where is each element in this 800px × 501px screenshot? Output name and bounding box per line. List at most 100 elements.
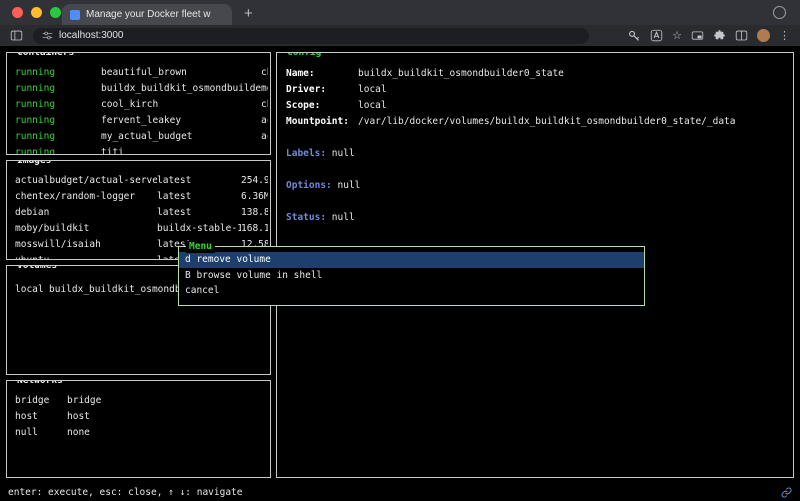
config-field: Mountpoint:/var/lib/docker/volumes/build… xyxy=(277,114,793,130)
container-row[interactable]: runningcool_kirchch xyxy=(7,97,270,113)
config-key: Scope: xyxy=(286,98,358,114)
container-state: running xyxy=(15,81,101,97)
menu-list: d remove volumeB browse volume in shellc… xyxy=(179,252,644,299)
network-row[interactable]: hosthost xyxy=(7,409,270,425)
networks-panel-title: Networks xyxy=(14,380,66,387)
config-extras: Labels: nullOptions: nullStatus: null xyxy=(277,146,793,226)
menu-item[interactable]: B browse volume in shell xyxy=(179,268,644,284)
image-name: chentex/random-logger xyxy=(15,189,157,205)
container-name: beautiful_brown xyxy=(101,65,261,81)
menu-item[interactable]: cancel xyxy=(179,283,644,299)
container-image: ch xyxy=(261,65,268,81)
image-name: moby/buildkit xyxy=(15,221,157,237)
container-state: running xyxy=(15,65,101,81)
images-panel-title: Images xyxy=(14,160,54,167)
password-manager-icon[interactable] xyxy=(628,29,641,42)
keybinding-help-text: enter: execute, esc: close, ↑ ↓: navigat… xyxy=(8,487,243,498)
image-tag: latest xyxy=(157,205,241,221)
image-name: ubuntu xyxy=(15,253,157,260)
container-state: running xyxy=(15,145,101,155)
container-image: ac xyxy=(261,129,268,145)
sidebar-toggle-icon[interactable] xyxy=(10,29,23,42)
image-row[interactable]: actualbudget/actual-serverlatest254.98 xyxy=(7,173,270,189)
split-view-icon[interactable] xyxy=(735,29,748,42)
image-name: actualbudget/actual-server xyxy=(15,173,157,189)
new-tab-button[interactable]: + xyxy=(244,7,253,21)
container-row[interactable]: runningtiti xyxy=(7,145,270,155)
network-name: host xyxy=(15,409,67,425)
config-value: local xyxy=(358,98,784,114)
image-row[interactable]: moby/buildkitbuildx-stable-1168.13 xyxy=(7,221,270,237)
container-state: running xyxy=(15,113,101,129)
config-key: Options: xyxy=(286,180,332,191)
picture-in-picture-icon[interactable] xyxy=(691,29,704,42)
config-field: Status: null xyxy=(277,210,793,226)
menu-popup: Menu d remove volumeB browse volume in s… xyxy=(178,246,645,306)
container-name: cool_kirch xyxy=(101,97,261,113)
config-field: Driver:local xyxy=(277,82,793,98)
network-name: bridge xyxy=(15,393,67,409)
network-row[interactable]: bridgebridge xyxy=(7,393,270,409)
tab-favicon-icon xyxy=(70,10,80,20)
network-name: null xyxy=(15,425,67,441)
volume-driver: local xyxy=(15,282,49,298)
image-tag: latest xyxy=(157,173,241,189)
image-row[interactable]: chentex/random-loggerlatest6.36MB xyxy=(7,189,270,205)
image-size: 138.84 xyxy=(241,205,268,221)
container-image: ch xyxy=(261,97,268,113)
status-bar: enter: execute, esc: close, ↑ ↓: navigat… xyxy=(0,483,800,501)
url-field[interactable]: localhost:3000 xyxy=(33,28,589,44)
containers-panel: Containers runningbeautiful_brownchrunni… xyxy=(6,52,271,155)
container-row[interactable]: runningbuildx_buildkit_osmondbuilder0mo xyxy=(7,81,270,97)
site-settings-icon[interactable] xyxy=(42,30,53,41)
toolbar-icons: ☆ ⋮ xyxy=(628,29,790,42)
browser-menu-icon[interactable]: ⋮ xyxy=(779,29,790,42)
config-key: Mountpoint: xyxy=(286,114,358,130)
window-controls xyxy=(12,7,61,18)
container-row[interactable]: runningmy_actual_budgetac xyxy=(7,129,270,145)
container-name: buildx_buildkit_osmondbuilder0 xyxy=(101,81,261,97)
menu-item[interactable]: d remove volume xyxy=(179,252,644,268)
volumes-panel-title: Volumes xyxy=(14,265,60,272)
config-field: Labels: null xyxy=(277,146,793,162)
container-name: my_actual_budget xyxy=(101,129,261,145)
config-field: Name:buildx_buildkit_osmondbuilder0_stat… xyxy=(277,66,793,82)
address-bar: localhost:3000 ☆ ⋮ xyxy=(0,25,800,46)
image-size: 168.13 xyxy=(241,221,268,237)
container-state: running xyxy=(15,129,101,145)
config-field: Scope:local xyxy=(277,98,793,114)
config-value: null xyxy=(338,180,361,191)
container-row[interactable]: runningbeautiful_brownch xyxy=(7,65,270,81)
config-key: Status: xyxy=(286,212,326,223)
profile-avatar[interactable] xyxy=(757,29,770,42)
extensions-puzzle-icon[interactable] xyxy=(713,29,726,42)
config-key: Labels: xyxy=(286,148,326,159)
close-window-button[interactable] xyxy=(12,7,23,18)
image-row[interactable]: debianlatest138.84 xyxy=(7,205,270,221)
browser-chrome: Manage your Docker fleet w + localhost:3… xyxy=(0,0,800,46)
config-value: null xyxy=(332,212,355,223)
image-name: mosswill/isaiah xyxy=(15,237,157,253)
container-name: fervent_leakey xyxy=(101,113,261,129)
config-key: Name: xyxy=(286,66,358,82)
networks-list: bridgebridgehosthostnullnone xyxy=(7,393,270,441)
config-panel-title: Config xyxy=(284,52,324,59)
containers-panel-title: Containers xyxy=(14,52,77,59)
bookmark-star-icon[interactable]: ☆ xyxy=(672,29,682,42)
websocket-link-icon[interactable] xyxy=(781,487,792,498)
zoom-window-button[interactable] xyxy=(50,7,61,18)
image-size: 6.36MB xyxy=(241,189,268,205)
translate-icon[interactable] xyxy=(650,29,663,42)
container-row[interactable]: runningfervent_leakeyac xyxy=(7,113,270,129)
profile-ring-icon[interactable] xyxy=(773,6,786,19)
browser-tab[interactable]: Manage your Docker fleet w xyxy=(62,4,232,25)
config-fields: Name:buildx_buildkit_osmondbuilder0_stat… xyxy=(277,66,793,130)
image-name: debian xyxy=(15,205,157,221)
menu-popup-title: Menu xyxy=(186,241,215,253)
image-tag: latest xyxy=(157,189,241,205)
network-driver: none xyxy=(67,425,268,441)
minimize-window-button[interactable] xyxy=(31,7,42,18)
config-value: null xyxy=(332,148,355,159)
network-row[interactable]: nullnone xyxy=(7,425,270,441)
image-size: 254.98 xyxy=(241,173,268,189)
